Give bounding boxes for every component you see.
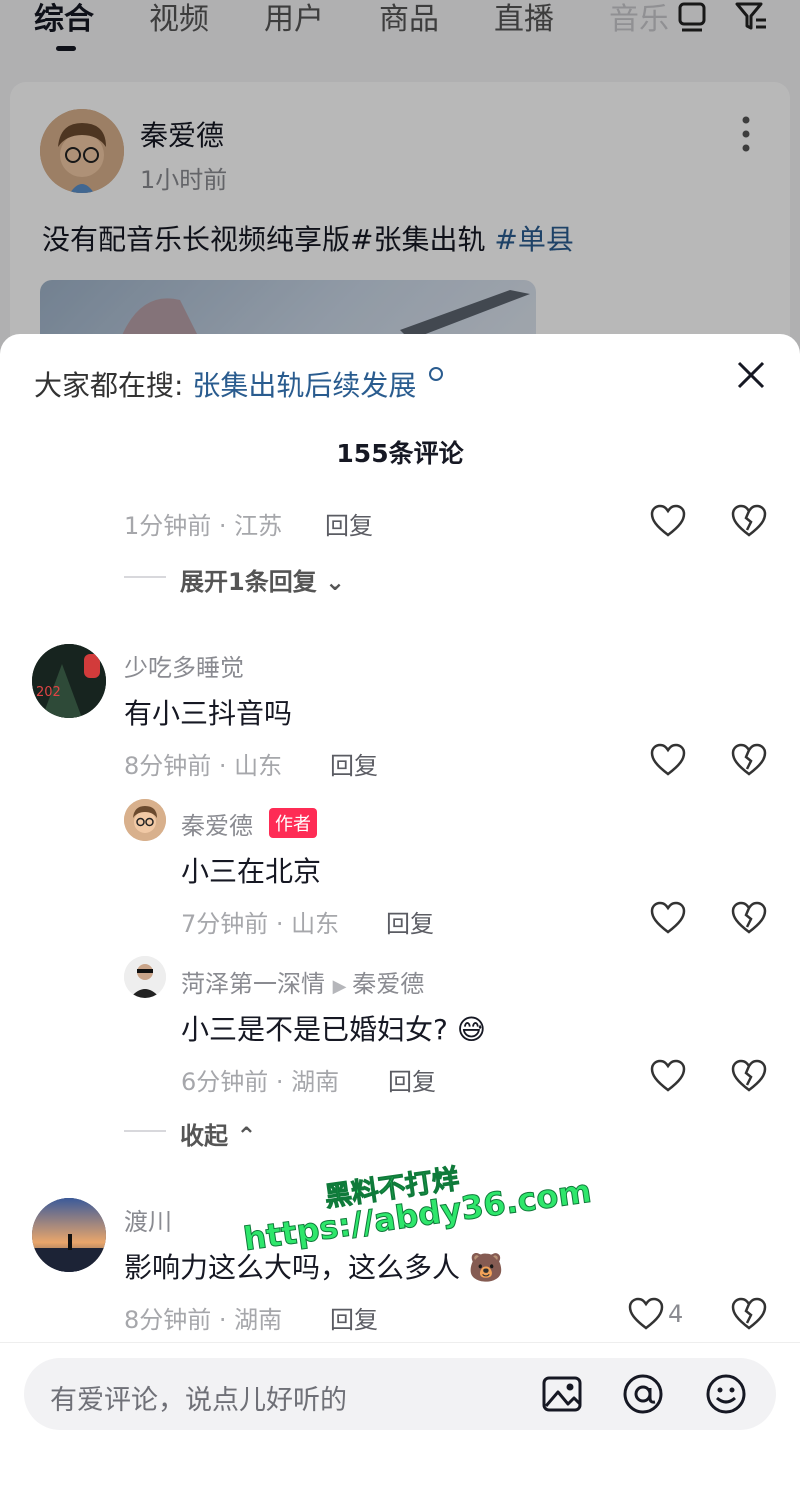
comment-input-bar: 有爱评论，说点儿好听的 xyxy=(0,1342,800,1512)
comment-input-placeholder: 有爱评论，说点儿好听的 xyxy=(50,1385,347,1416)
comment-text-content: 影响力这么大吗，这么多人 xyxy=(124,1251,461,1284)
reply-button[interactable]: 回复 xyxy=(386,904,434,939)
like-count: 4 xyxy=(668,1300,684,1328)
commenter-avatar[interactable]: 202 xyxy=(32,644,106,718)
svg-text:202: 202 xyxy=(36,685,61,700)
expand-replies-button[interactable]: 展开1条回复 ⌄ xyxy=(180,562,345,597)
image-icon[interactable] xyxy=(540,1372,584,1416)
new-year-avatar-icon: 202 xyxy=(32,644,106,718)
emoji-sweat-smile: 😅 xyxy=(456,1013,486,1046)
trending-search-query[interactable]: 张集出轨后续发展 xyxy=(192,369,416,402)
broken-heart-icon[interactable] xyxy=(731,504,767,538)
trending-search-row[interactable]: 大家都在搜: 张集出轨后续发展 xyxy=(34,364,444,404)
reply-text: 小三在北京 xyxy=(181,855,322,888)
reply-arrow-icon: ▶ xyxy=(332,976,353,997)
comment-input[interactable]: 有爱评论，说点儿好听的 xyxy=(24,1358,776,1430)
broken-heart-icon[interactable] xyxy=(731,743,767,777)
comment-count: 155条评论 xyxy=(336,439,464,468)
person-sunglasses-avatar-icon xyxy=(124,956,166,998)
cartoon-avatar-icon xyxy=(124,799,166,841)
broken-heart-icon[interactable] xyxy=(731,1059,767,1093)
mention-icon[interactable] xyxy=(621,1372,665,1416)
reply-meta: 7分钟前 · 山东 xyxy=(181,910,340,938)
reply-meta: 6分钟前 · 湖南 xyxy=(181,1068,340,1096)
comment-meta: 8分钟前 · 山东 xyxy=(124,752,283,780)
heart-icon[interactable] xyxy=(650,901,686,935)
heart-icon[interactable] xyxy=(650,1059,686,1093)
reply-author-name: 菏泽第一深情 ▶ 秦爱德 xyxy=(181,964,424,999)
comment-text: 影响力这么大吗，这么多人 🐻 xyxy=(124,1246,504,1286)
emoji-icon[interactable] xyxy=(704,1372,748,1416)
comment-sheet: 大家都在搜: 张集出轨后续发展 155条评论 1分钟前 · 江苏 回复 展开1条… xyxy=(0,334,800,1512)
comment-text: 有小三抖音吗 xyxy=(124,697,293,730)
emoji-bear: 🐻 xyxy=(468,1251,504,1284)
search-icon xyxy=(429,367,444,381)
expand-replies-label: 展开1条回复 xyxy=(180,568,317,596)
collapse-replies-label: 收起 xyxy=(180,1122,228,1150)
broken-heart-icon[interactable] xyxy=(731,901,767,935)
reply-button[interactable]: 回复 xyxy=(330,1300,378,1335)
reply-to-name[interactable]: 秦爱德 xyxy=(352,970,424,998)
reply-author-name[interactable]: 秦爱德 xyxy=(181,806,253,841)
commenter-name[interactable]: 渡川 xyxy=(124,1202,172,1237)
reply-button[interactable]: 回复 xyxy=(388,1062,436,1097)
trending-search-label: 大家都在搜: xyxy=(34,369,184,402)
heart-icon[interactable] xyxy=(628,1297,664,1331)
reply-button[interactable]: 回复 xyxy=(330,746,378,781)
comment-meta: 8分钟前 · 湖南 xyxy=(124,1306,283,1334)
reply-text-content: 小三是不是已婚妇女? xyxy=(181,1013,448,1046)
commenter-name[interactable]: 少吃多睡觉 xyxy=(124,648,244,683)
heart-icon[interactable] xyxy=(650,504,686,538)
reply-avatar[interactable] xyxy=(124,799,166,841)
heart-icon[interactable] xyxy=(650,743,686,777)
sunset-avatar-icon xyxy=(32,1198,106,1272)
commenter-avatar[interactable] xyxy=(32,1198,106,1272)
author-badge: 作者 xyxy=(269,808,317,838)
reply-avatar[interactable] xyxy=(124,956,166,998)
close-icon[interactable] xyxy=(734,358,768,392)
collapse-replies-button[interactable]: 收起 ⌃ xyxy=(180,1116,256,1151)
comment-meta: 1分钟前 · 江苏 xyxy=(124,512,283,540)
broken-heart-icon[interactable] xyxy=(731,1297,767,1331)
collapse-divider xyxy=(124,1130,166,1132)
reply-author-name-text[interactable]: 菏泽第一深情 xyxy=(181,970,325,998)
expand-divider xyxy=(124,576,166,578)
reply-text: 小三是不是已婚妇女? 😅 xyxy=(181,1008,486,1048)
reply-button[interactable]: 回复 xyxy=(325,506,373,541)
